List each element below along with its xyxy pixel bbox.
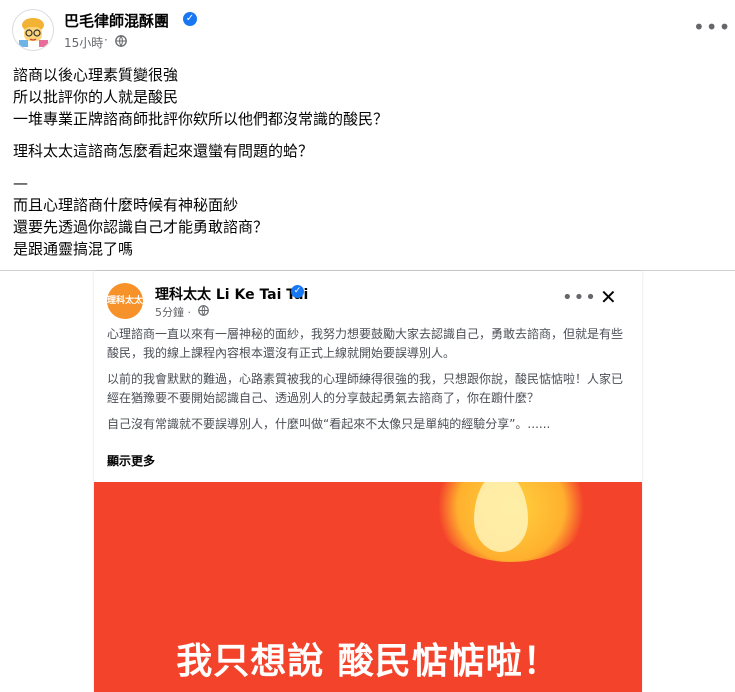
page-name[interactable]: 巴毛律師混酥團 [64,10,169,31]
flame-drop [474,482,528,552]
shared-post-card[interactable]: 理科太太 理科太太 Li Ke Tai Tai ✓ 5分鐘 · ••• ✕ 心理… [94,271,642,692]
shared-time-text: 5分鐘 [155,306,184,319]
shared-post-timestamp[interactable]: 5分鐘 · [155,304,191,320]
post-line: 所以批評你的人就是酸民 [13,88,179,106]
post-line: 是跟通靈搞混了嗎 [13,240,134,258]
more-icon[interactable]: ••• [693,16,730,44]
post-line-gap [13,162,713,172]
image-caption: 我只想說 酸民惦惦啦！ [176,641,560,682]
verified-icon: ✓ [183,12,197,26]
time-separator: · [104,33,108,47]
globe-icon [115,35,127,47]
post-header: 巴毛律師混酥團 ✓ 15小時 · ••• [0,0,735,60]
post-body: 諮商以後心理素質變很強 所以批評你的人就是酸民 一堆專業正牌諮商師批評你欸所以他… [13,64,713,260]
verified-icon: ✓ [291,285,304,298]
shared-paragraph: 以前的我會默默的難過，心路素質被我的心理師練得很強的我，只想跟你說，酸民惦惦啦！… [107,372,624,405]
shared-time-separator: · [187,306,192,319]
shared-post-image[interactable]: 我只想說 酸民惦惦啦！ [94,482,642,692]
post-line-gap [13,130,713,140]
more-icon[interactable]: ••• [562,287,597,308]
see-more-link[interactable]: 顯示更多 [107,452,155,469]
shared-paragraph: 自己沒有常識就不要誤導別人，什麼叫做“看起來不太像只是單純的經驗分享”。....… [107,417,551,431]
post-line: — [13,174,28,192]
shared-page-name[interactable]: 理科太太 Li Ke Tai Tai [155,284,308,304]
post-line: 還要先透過你認識自己才能勇敢諮商？ [13,218,269,236]
post-line: 而且心理諮商什麼時候有神秘面紗 [13,196,239,214]
shared-paragraph: 心理諮商一直以來有一層神秘的面紗，我努力想要鼓勵大家去認識自己，勇敢去諮商，但就… [107,327,624,360]
close-icon[interactable]: ✕ [600,285,617,309]
globe-icon [198,305,209,316]
post-line: 一堆專業正牌諮商師批評你欸所以他們都沒常識的酸民？ [13,110,389,128]
shared-post-body: 心理諮商一直以來有一層神秘的面紗，我努力想要鼓勵大家去認識自己，勇敢去諮商，但就… [107,325,632,441]
post-timestamp[interactable]: 15小時 [64,34,103,51]
post-line: 理科太太這諮商怎麼看起來還蠻有問題的蛤？ [13,142,314,160]
shared-page-avatar[interactable]: 理科太太 [107,283,143,319]
page-avatar[interactable] [12,9,54,51]
post-line: 諮商以後心理素質變很強 [13,66,179,84]
